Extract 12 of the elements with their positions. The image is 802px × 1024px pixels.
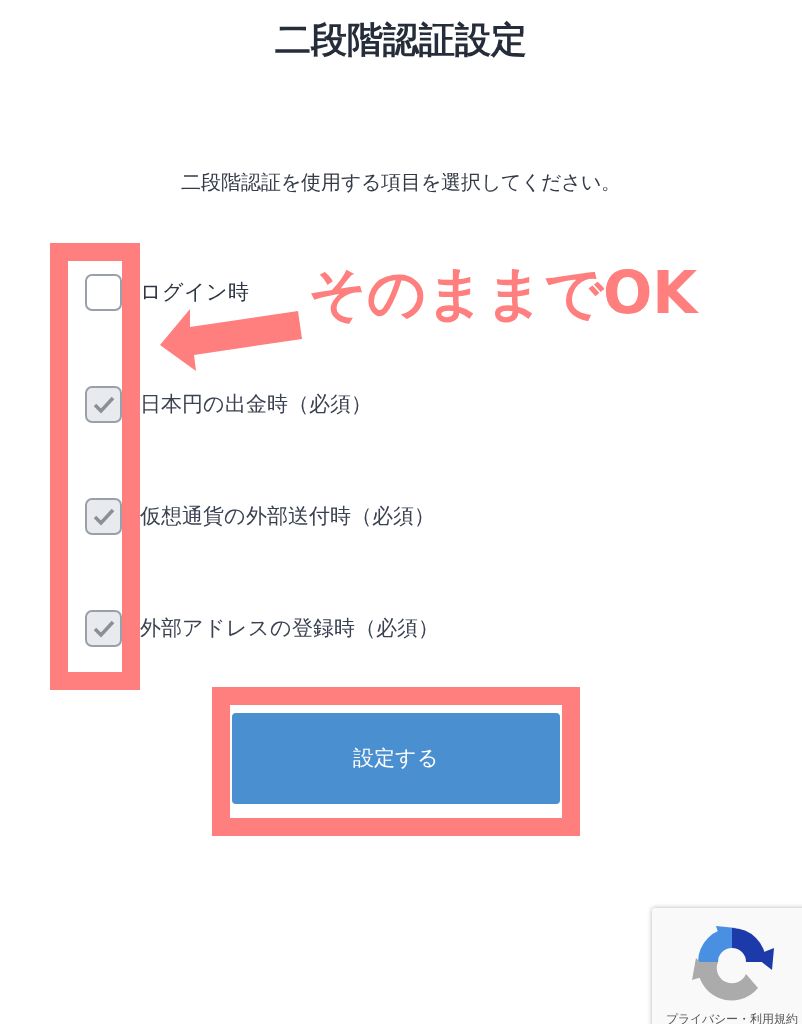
option-label: ログイン時 <box>140 278 249 306</box>
page-title: 二段階認証設定 <box>274 18 528 62</box>
option-label: 日本円の出金時（必須） <box>140 390 372 418</box>
check-icon <box>91 506 116 527</box>
recaptcha-links[interactable]: プライバシー・利用規約 <box>666 1010 798 1024</box>
option-label: 仮想通貨の外部送付時（必須） <box>140 502 435 530</box>
checkbox[interactable] <box>85 274 122 312</box>
option-label: 外部アドレスの登録時（必須） <box>140 614 439 642</box>
instruction-text: 二段階認証を使用する項目を選択してください。 <box>180 169 622 197</box>
check-icon <box>91 618 116 639</box>
annotation-text: そのままでOK <box>308 262 698 326</box>
check-icon <box>91 394 116 415</box>
